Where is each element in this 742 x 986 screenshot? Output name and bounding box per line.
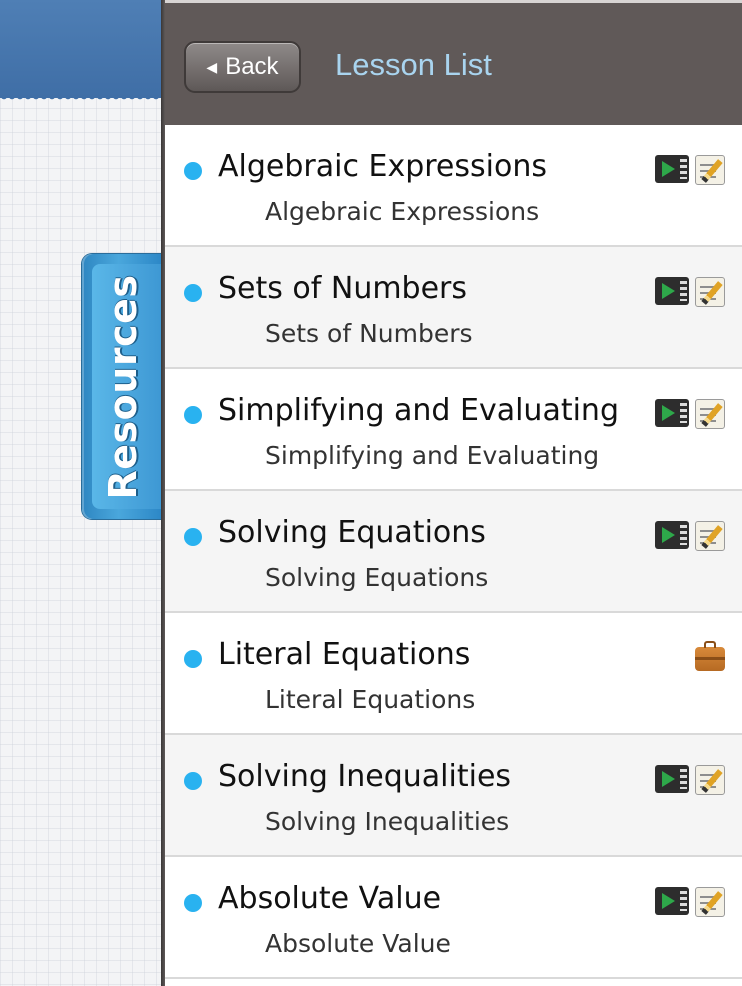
lesson-row[interactable]: Literal Equations Literal Equations bbox=[165, 613, 742, 735]
lesson-row[interactable]: Sets of Numbers Sets of Numbers bbox=[165, 247, 742, 369]
lesson-icons bbox=[655, 155, 725, 185]
bullet-icon bbox=[184, 284, 202, 302]
note-icon[interactable] bbox=[695, 765, 725, 795]
lesson-row[interactable]: Solving Inequalities Solving Inequalities bbox=[165, 735, 742, 857]
top-banner bbox=[0, 0, 163, 98]
bullet-icon bbox=[184, 528, 202, 546]
lesson-icons bbox=[695, 641, 725, 671]
lesson-title: Solving Inequalities bbox=[218, 759, 512, 794]
lesson-subtitle: Literal Equations bbox=[265, 685, 476, 714]
lesson-title: Absolute Value bbox=[218, 881, 442, 916]
lesson-icons bbox=[655, 277, 725, 307]
note-icon[interactable] bbox=[695, 521, 725, 551]
video-icon[interactable] bbox=[655, 521, 689, 549]
video-icon[interactable] bbox=[655, 155, 689, 183]
back-button-label: Back bbox=[225, 53, 279, 80]
banner-scalloped-edge bbox=[0, 96, 163, 104]
lesson-subtitle: Algebraic Expressions bbox=[265, 197, 540, 226]
lesson-subtitle: Absolute Value bbox=[265, 929, 451, 958]
lesson-list-header: ◀ Back Lesson List bbox=[165, 0, 742, 125]
lesson-icons bbox=[655, 887, 725, 917]
lesson-icons bbox=[655, 399, 725, 429]
video-icon[interactable] bbox=[655, 887, 689, 915]
lesson-title: Solving Equations bbox=[218, 515, 486, 550]
note-icon[interactable] bbox=[695, 887, 725, 917]
lesson-row[interactable]: Solving Equations Solving Equations bbox=[165, 491, 742, 613]
lesson-row[interactable]: Algebraic Expressions Algebraic Expressio… bbox=[165, 125, 742, 247]
note-icon[interactable] bbox=[695, 277, 725, 307]
video-icon[interactable] bbox=[655, 399, 689, 427]
lesson-title: Literal Equations bbox=[218, 637, 471, 672]
video-icon[interactable] bbox=[655, 277, 689, 305]
lesson-icons bbox=[655, 765, 725, 795]
note-icon[interactable] bbox=[695, 155, 725, 185]
video-icon[interactable] bbox=[655, 765, 689, 793]
back-button[interactable]: ◀ Back bbox=[184, 41, 301, 93]
lesson-subtitle: Solving Inequalities bbox=[265, 807, 510, 836]
bullet-icon bbox=[184, 406, 202, 424]
resources-label: Resources bbox=[100, 274, 145, 499]
lesson-panel: ◀ Back Lesson List Algebraic Expressions… bbox=[165, 0, 742, 986]
bullet-icon bbox=[184, 772, 202, 790]
briefcase-icon[interactable] bbox=[695, 641, 725, 671]
lesson-subtitle: Simplifying and Evaluating bbox=[265, 441, 600, 470]
lesson-subtitle: Sets of Numbers bbox=[265, 319, 473, 348]
back-arrow-icon: ◀ bbox=[206, 58, 218, 75]
lesson-subtitle: Solving Equations bbox=[265, 563, 489, 592]
lesson-row[interactable]: Absolute Value Absolute Value bbox=[165, 857, 742, 979]
lesson-title: Algebraic Expressions bbox=[218, 149, 547, 184]
lesson-row[interactable]: Simplifying and Evaluating Simplifying an… bbox=[165, 369, 742, 491]
lesson-icons bbox=[655, 521, 725, 551]
page-title: Lesson List bbox=[335, 47, 492, 82]
bullet-icon bbox=[184, 650, 202, 668]
lesson-title: Simplifying and Evaluating bbox=[218, 393, 619, 428]
lesson-title: Sets of Numbers bbox=[218, 271, 468, 306]
resources-tab[interactable]: Resources bbox=[82, 254, 163, 519]
bullet-icon bbox=[184, 162, 202, 180]
bullet-icon bbox=[184, 894, 202, 912]
lesson-list: Algebraic Expressions Algebraic Expressio… bbox=[165, 125, 742, 979]
note-icon[interactable] bbox=[695, 399, 725, 429]
